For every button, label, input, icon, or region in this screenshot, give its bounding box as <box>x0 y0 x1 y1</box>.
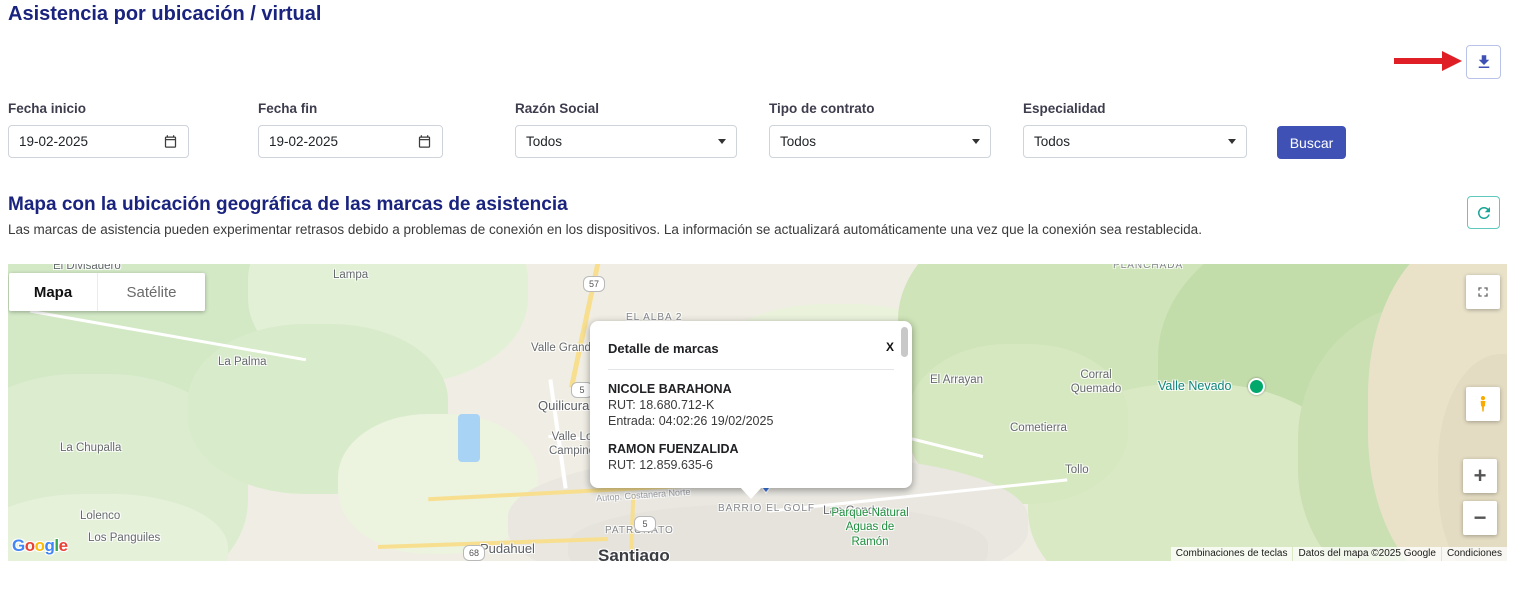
mark-entry-time: Entrada: 04:02:26 19/02/2025 <box>608 414 894 428</box>
logo-letter: G <box>12 536 25 555</box>
zoom-in-button[interactable]: + <box>1463 459 1497 493</box>
mark-entry: RAMON FUENZALIDA RUT: 12.859.635-6 <box>608 442 894 472</box>
filter-tipo-contrato: Tipo de contrato Todos <box>769 101 991 158</box>
refresh-icon <box>1475 204 1493 222</box>
map-label: Quilicura <box>538 398 589 413</box>
tipo-contrato-value: Todos <box>780 134 816 149</box>
mark-entry: NICOLE BARAHONA RUT: 18.680.712-K Entrad… <box>608 382 894 428</box>
map-canvas[interactable]: El Divisadero Lampa PLANCHADA EL ALBA 2 … <box>8 264 1507 561</box>
map-label: Lolenco <box>80 510 120 522</box>
especialidad-select[interactable]: Todos <box>1023 125 1247 158</box>
download-icon <box>1475 53 1493 71</box>
map-label: BARRIO EL GOLF <box>718 503 815 514</box>
razon-social-label: Razón Social <box>515 101 737 116</box>
buscar-button[interactable]: Buscar <box>1277 126 1346 159</box>
fullscreen-button[interactable] <box>1466 275 1500 309</box>
map-label: Valle Grande <box>531 342 597 354</box>
maptype-control: Mapa Satélite <box>9 273 205 311</box>
zoom-out-button[interactable]: − <box>1463 501 1497 535</box>
logo-letter: o <box>25 536 35 555</box>
map-label-santiago: Santiago <box>598 546 670 561</box>
fecha-inicio-label: Fecha inicio <box>8 101 189 116</box>
logo-letter: o <box>35 536 45 555</box>
annotation-arrow-icon <box>1392 49 1464 73</box>
mark-rut: RUT: 12.859.635-6 <box>608 458 894 472</box>
attendance-page: Asistencia por ubicación / virtual Fecha… <box>0 0 1529 609</box>
map-label: Cometierra <box>1010 422 1067 434</box>
filter-especialidad: Especialidad Todos <box>1023 101 1247 158</box>
route-shield: 5 <box>634 516 656 532</box>
tipo-contrato-select[interactable]: Todos <box>769 125 991 158</box>
infowindow-title: Detalle de marcas <box>608 341 719 356</box>
map-attribution: Combinaciones de teclas Datos del mapa ©… <box>1170 547 1507 561</box>
filter-razon-social: Razón Social Todos <box>515 101 737 158</box>
razon-social-value: Todos <box>526 134 562 149</box>
tipo-contrato-label: Tipo de contrato <box>769 101 991 116</box>
plus-icon: + <box>1474 465 1487 487</box>
logo-letter: e <box>59 536 68 555</box>
maptype-satellite-button[interactable]: Satélite <box>97 273 205 311</box>
map-label-park: Parque Natural Aguas de Ramón <box>826 506 914 549</box>
keyboard-shortcuts-link[interactable]: Combinaciones de teclas <box>1171 547 1293 561</box>
mark-name: RAMON FUENZALIDA <box>608 442 894 456</box>
map-data-text: Datos del mapa ©2025 Google <box>1293 547 1440 561</box>
fecha-fin-input[interactable]: 19-02-2025 <box>258 125 443 158</box>
mark-name: NICOLE BARAHONA <box>608 382 894 396</box>
page-title: Asistencia por ubicación / virtual <box>8 0 321 28</box>
pegman-icon <box>1474 394 1492 414</box>
calendar-icon <box>163 134 178 149</box>
infowindow-divider <box>608 369 894 370</box>
razon-social-select[interactable]: Todos <box>515 125 737 158</box>
map-label: PLANCHADA <box>1113 264 1183 271</box>
route-shield: 57 <box>583 276 605 292</box>
map-label: El Divisadero <box>53 264 121 272</box>
maptype-map-button[interactable]: Mapa <box>9 273 97 311</box>
fecha-inicio-input[interactable]: 19-02-2025 <box>8 125 189 158</box>
map-label: La Chupalla <box>60 442 121 454</box>
infowindow-close-icon[interactable]: X <box>886 341 894 354</box>
minus-icon: − <box>1474 507 1487 529</box>
map-section-title: Mapa con la ubicación geográfica de las … <box>8 194 568 216</box>
filter-fecha-inicio: Fecha inicio 19-02-2025 <box>8 101 189 158</box>
marks-infowindow: Detalle de marcas X NICOLE BARAHONA RUT:… <box>590 321 912 488</box>
map-label-valle-nevado: Valle Nevado <box>1158 379 1231 393</box>
fecha-inicio-value: 19-02-2025 <box>19 134 88 149</box>
infowindow-scrollbar[interactable] <box>901 327 908 357</box>
map-water <box>458 414 480 462</box>
map-label: El Arrayan <box>930 374 983 386</box>
chevron-down-icon <box>972 139 980 144</box>
chevron-down-icon <box>718 139 726 144</box>
calendar-icon <box>417 134 432 149</box>
mark-rut: RUT: 18.680.712-K <box>608 398 894 412</box>
pegman-streetview-button[interactable] <box>1466 387 1500 421</box>
fullscreen-icon <box>1475 284 1491 300</box>
download-button[interactable] <box>1466 45 1501 79</box>
map-label: Corral Quemado <box>1066 368 1126 397</box>
terms-link[interactable]: Condiciones <box>1442 547 1507 561</box>
infowindow-tip <box>740 487 762 499</box>
route-shield: 68 <box>463 545 485 561</box>
map-section-description: Las marcas de asistencia pueden experime… <box>8 222 1458 237</box>
filter-fecha-fin: Fecha fin 19-02-2025 <box>258 101 443 158</box>
especialidad-value: Todos <box>1034 134 1070 149</box>
especialidad-label: Especialidad <box>1023 101 1247 116</box>
logo-letter: g <box>45 536 55 555</box>
poi-marker-valle-nevado[interactable] <box>1248 378 1265 395</box>
fecha-fin-value: 19-02-2025 <box>269 134 338 149</box>
map-label: Lampa <box>333 269 368 281</box>
map-label: Pudahuel <box>480 541 535 556</box>
map-label: Los Panguiles <box>88 532 160 544</box>
fecha-fin-label: Fecha fin <box>258 101 443 116</box>
map-label: Tollo <box>1065 464 1089 476</box>
map-label: La Palma <box>218 356 267 368</box>
chevron-down-icon <box>1228 139 1236 144</box>
google-logo[interactable]: Google <box>12 536 68 556</box>
refresh-button[interactable] <box>1467 196 1500 229</box>
